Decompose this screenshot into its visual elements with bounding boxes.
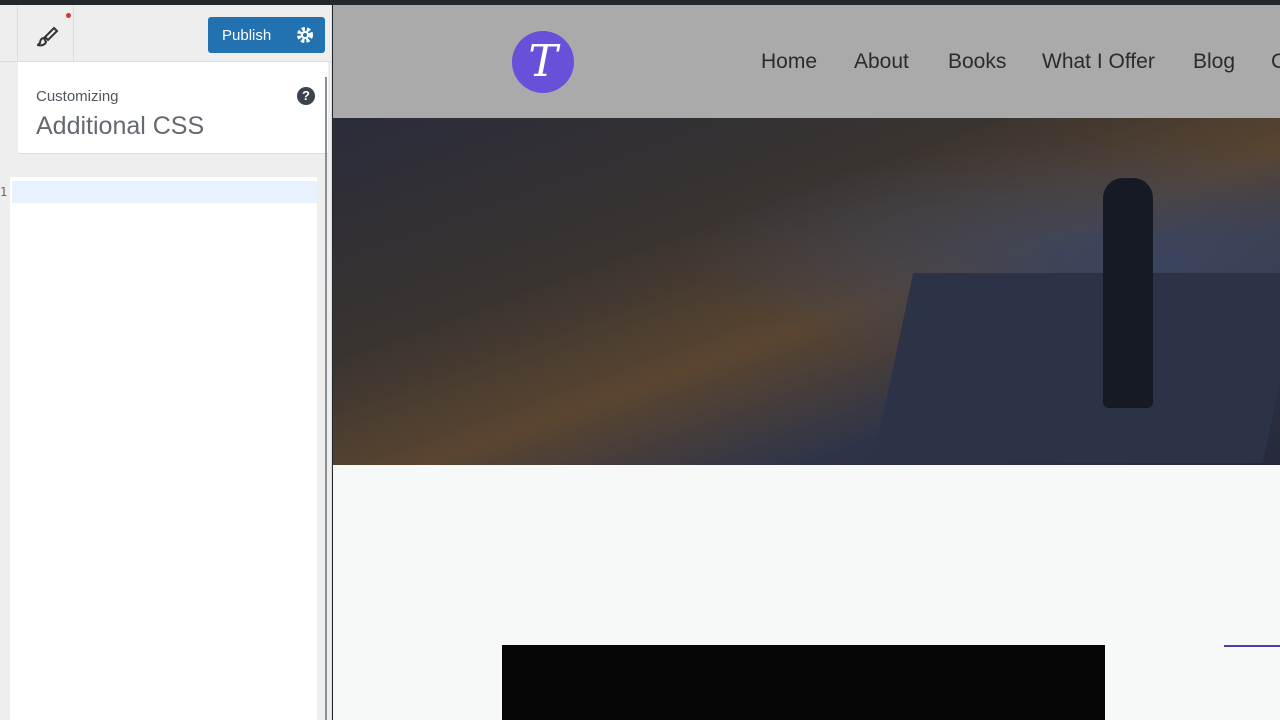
divider	[17, 5, 18, 62]
nav-books[interactable]: Books	[948, 50, 1006, 74]
css-code-editor[interactable]	[10, 177, 317, 720]
hero-image	[333, 118, 1280, 465]
stage-shape	[872, 273, 1280, 463]
site-header: T Home About Books What I Offer Blog Con…	[333, 5, 1280, 118]
help-icon[interactable]: ?	[297, 87, 315, 105]
nav-blog[interactable]: Blog	[1193, 50, 1235, 74]
active-line	[12, 181, 317, 203]
unsaved-changes-dot	[66, 13, 71, 18]
customizer-panel: Publish Customizing Additional CSS ? 1	[0, 5, 332, 720]
gear-icon[interactable]	[295, 25, 315, 45]
nav-what-i-offer[interactable]: What I Offer	[1042, 50, 1155, 74]
paintbrush-icon[interactable]	[36, 25, 60, 49]
section-title: Additional CSS	[36, 112, 205, 140]
nav-contact[interactable]: Contact	[1271, 50, 1280, 74]
portrait-image	[502, 645, 1105, 720]
divider	[73, 5, 74, 62]
nav-home[interactable]: Home	[761, 50, 817, 74]
publish-label: Publish	[222, 26, 272, 44]
customizer-header: Publish	[0, 5, 331, 62]
publish-button[interactable]: Publish	[208, 17, 325, 53]
section-info: Customizing Additional CSS ?	[18, 62, 328, 154]
speaker-figure	[1103, 178, 1153, 408]
site-logo[interactable]: T	[512, 31, 574, 93]
nav-about[interactable]: About	[854, 50, 909, 74]
underline-accent	[1224, 645, 1280, 647]
site-preview: T Home About Books What I Offer Blog Con…	[333, 5, 1280, 720]
panel-scrollbar[interactable]	[325, 77, 327, 720]
customizing-label: Customizing	[36, 88, 119, 105]
line-number: 1	[0, 185, 8, 199]
